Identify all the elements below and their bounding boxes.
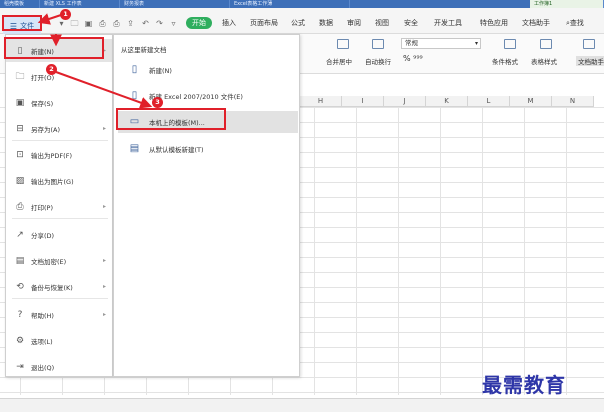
doc-tab[interactable]: 财务报表	[120, 0, 230, 8]
file-menu-export-pdf[interactable]: ⊡ 输出为PDF(F)	[6, 143, 112, 166]
file-menu-help[interactable]: ? 帮助(H) ▸	[6, 303, 112, 326]
screen: 稻壳模板 新建 XLS 工作表 财务报表 Excel表格工作薄 工作簿1 ☰ 文…	[0, 0, 604, 412]
conditional-format-icon[interactable]	[504, 39, 516, 49]
highlight-box-local-template	[116, 108, 226, 130]
submenu-new-excel[interactable]: ▯ 新建 Excel 2007/2010 文件(E)	[118, 85, 298, 107]
column-header[interactable]: H	[300, 96, 342, 107]
file-menu-save[interactable]: ▣ 保存(S)	[6, 91, 112, 114]
new-submenu-panel: 从这里新建文档 ▯ 新建(N) ▯ 新建 Excel 2007/2010 文件(…	[113, 34, 300, 377]
column-header[interactable]: J	[384, 96, 426, 107]
search-button[interactable]: ⌕查找	[566, 18, 584, 28]
chevron-right-icon: ▸	[102, 283, 106, 290]
share-icon: ↗	[16, 229, 24, 240]
menu-bar: ☰ 文件 ▾ 🗀 ▣ ⎙ ⎙ ⇪ ↶ ↷ ▿ 开始 插入 页面布局 公式 数据 …	[0, 8, 604, 36]
step-badge-3: 3	[152, 97, 163, 108]
file-menu-backup[interactable]: ⟲ 备份与恢复(K) ▸	[6, 275, 112, 298]
print-icon: ⎙	[16, 201, 24, 212]
watermark: 最需教育	[482, 373, 566, 397]
column-header[interactable]: L	[468, 96, 510, 107]
file-menu-exit[interactable]: ⇥ 退出(Q)	[6, 355, 112, 378]
wrap-text-icon[interactable]	[372, 39, 384, 49]
file-menu-print[interactable]: ⎙ 打印(P) ▸	[6, 195, 112, 218]
file-menu-options[interactable]: ⚙ 选项(L)	[6, 329, 112, 352]
doc-tab[interactable]: 新建 XLS 工作表	[40, 0, 120, 8]
status-bar	[0, 398, 604, 412]
undo-icon[interactable]: ↶	[141, 20, 150, 28]
tab-data[interactable]: 数据	[319, 18, 333, 28]
file-menu-open[interactable]: 🗀 打开(O)	[6, 65, 112, 88]
file-menu-export-image[interactable]: ▨ 输出为图片(G)	[6, 169, 112, 192]
new-doc-icon: ▯	[131, 64, 138, 75]
divider	[12, 140, 108, 141]
file-menu-encrypt[interactable]: ▤ 文档加密(E) ▸	[6, 249, 112, 272]
chevron-down-icon[interactable]: ▿	[169, 20, 178, 28]
print-preview-icon[interactable]: ⎙	[98, 20, 107, 28]
export-icon[interactable]: ⇪	[126, 20, 135, 28]
divider	[12, 218, 108, 219]
column-header[interactable]: M	[510, 96, 552, 107]
chevron-right-icon: ▸	[102, 257, 106, 264]
encrypt-icon: ▤	[15, 255, 25, 266]
template-doc-icon: ▤	[129, 143, 140, 154]
exit-icon: ⇥	[16, 361, 24, 372]
doc-assist-button[interactable]: 文档助手	[576, 56, 604, 66]
gear-icon: ⚙	[15, 335, 25, 346]
submenu-new[interactable]: ▯ 新建(N)	[118, 59, 298, 81]
tab-insert[interactable]: 插入	[222, 18, 236, 28]
folder-icon: 🗀	[15, 71, 25, 82]
table-style-icon[interactable]	[540, 39, 552, 49]
print-icon[interactable]: ⎙	[112, 20, 121, 28]
chevron-right-icon: ▸	[102, 125, 106, 132]
redo-icon[interactable]: ↷	[155, 20, 164, 28]
help-icon: ?	[17, 309, 23, 320]
image-icon: ▨	[15, 175, 25, 186]
file-menu-share[interactable]: ↗ 分享(D)	[6, 223, 112, 246]
chevron-down-icon: ▾	[474, 40, 478, 47]
step-badge-2: 2	[46, 64, 57, 75]
doc-tab[interactable]: 稻壳模板	[0, 0, 40, 8]
doc-tab-active[interactable]: 工作簿1	[530, 0, 604, 8]
save-icon: ▣	[15, 97, 25, 108]
backup-icon: ⟲	[16, 281, 24, 292]
submenu-default-template[interactable]: ▤ 从默认模板新建(T)	[118, 138, 298, 160]
doc-tab[interactable]: Excel表格工作薄	[230, 0, 350, 8]
merge-center-button[interactable]: 合并居中	[326, 56, 352, 66]
column-header[interactable]: I	[342, 96, 384, 107]
file-menu-save-as[interactable]: ⊟ 另存为(A) ▸	[6, 117, 112, 140]
tab-doc-assist[interactable]: 文档助手	[522, 18, 550, 28]
percent-style-button[interactable]: % ⁹⁹⁹	[403, 54, 423, 63]
chevron-right-icon: ▸	[102, 311, 106, 318]
tab-page-layout[interactable]: 页面布局	[250, 18, 278, 28]
tab-view[interactable]: 视图	[375, 18, 389, 28]
column-header[interactable]: K	[426, 96, 468, 107]
highlight-box-file	[2, 15, 42, 31]
table-style-button[interactable]: 表格样式	[531, 56, 557, 66]
folder-icon[interactable]: 🗀	[70, 20, 79, 28]
tab-start[interactable]: 开始	[186, 17, 212, 29]
doc-assist-icon[interactable]	[583, 39, 595, 49]
submenu-title: 从这里新建文档	[121, 46, 167, 54]
tab-formulas[interactable]: 公式	[291, 18, 305, 28]
pdf-icon: ⊡	[16, 149, 24, 160]
highlight-box-new	[4, 37, 104, 59]
chevron-right-icon: ▸	[102, 203, 106, 210]
column-header[interactable]: N	[552, 96, 594, 107]
wrap-text-button[interactable]: 自动换行	[365, 56, 391, 66]
file-menu-panel: ▯ 新建(N) ▸ 🗀 打开(O) ▣ 保存(S) ⊟ 另存为(A) ▸ ⊡ 输…	[5, 34, 113, 377]
tab-security[interactable]: 安全	[404, 18, 418, 28]
save-icon[interactable]: ▣	[84, 20, 93, 28]
merge-center-icon[interactable]	[337, 39, 349, 49]
new-doc-icon: ▯	[131, 90, 138, 101]
step-badge-1: 1	[60, 9, 71, 20]
document-tab-strip: 稻壳模板 新建 XLS 工作表 财务报表 Excel表格工作薄 工作簿1	[0, 0, 604, 8]
save-as-icon: ⊟	[16, 123, 24, 134]
tab-review[interactable]: 审阅	[347, 18, 361, 28]
tab-developer[interactable]: 开发工具	[434, 18, 462, 28]
tab-special[interactable]: 特色应用	[480, 18, 508, 28]
divider	[12, 298, 108, 299]
conditional-format-button[interactable]: 条件格式	[492, 56, 518, 66]
arrow-down-icon[interactable]: ▾	[57, 20, 66, 28]
number-format-select[interactable]: 常规 ▾	[401, 38, 481, 49]
